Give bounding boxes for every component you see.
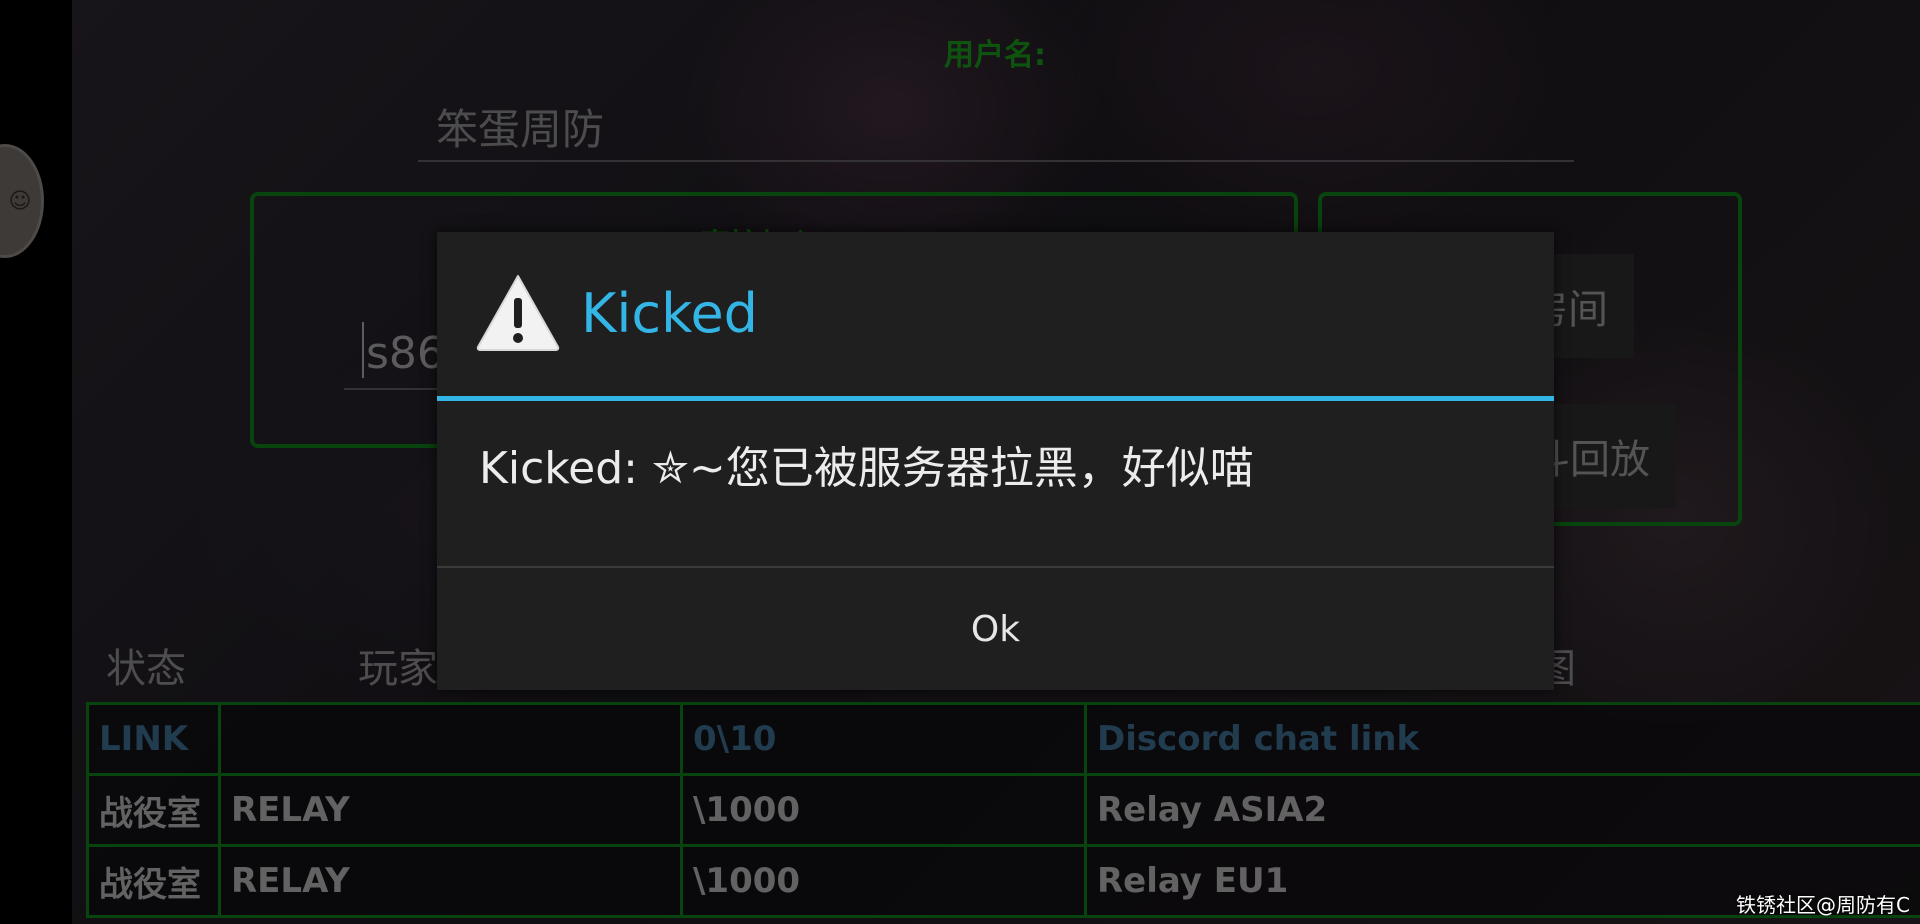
- dialog-message: Kicked: ✮~您已被服务器拉黑，好似喵: [479, 443, 1254, 494]
- warning-icon: [476, 275, 560, 351]
- dialog-title: Kicked: [581, 282, 758, 345]
- ok-button[interactable]: Ok: [437, 568, 1554, 690]
- kicked-dialog: Kicked Kicked: ✮~您已被服务器拉黑，好似喵 Ok: [437, 232, 1554, 690]
- watermark: 铁锈社区@周防有C: [1736, 893, 1910, 917]
- dialog-header: Kicked: [437, 232, 1554, 396]
- dialog-title-divider: [437, 396, 1554, 401]
